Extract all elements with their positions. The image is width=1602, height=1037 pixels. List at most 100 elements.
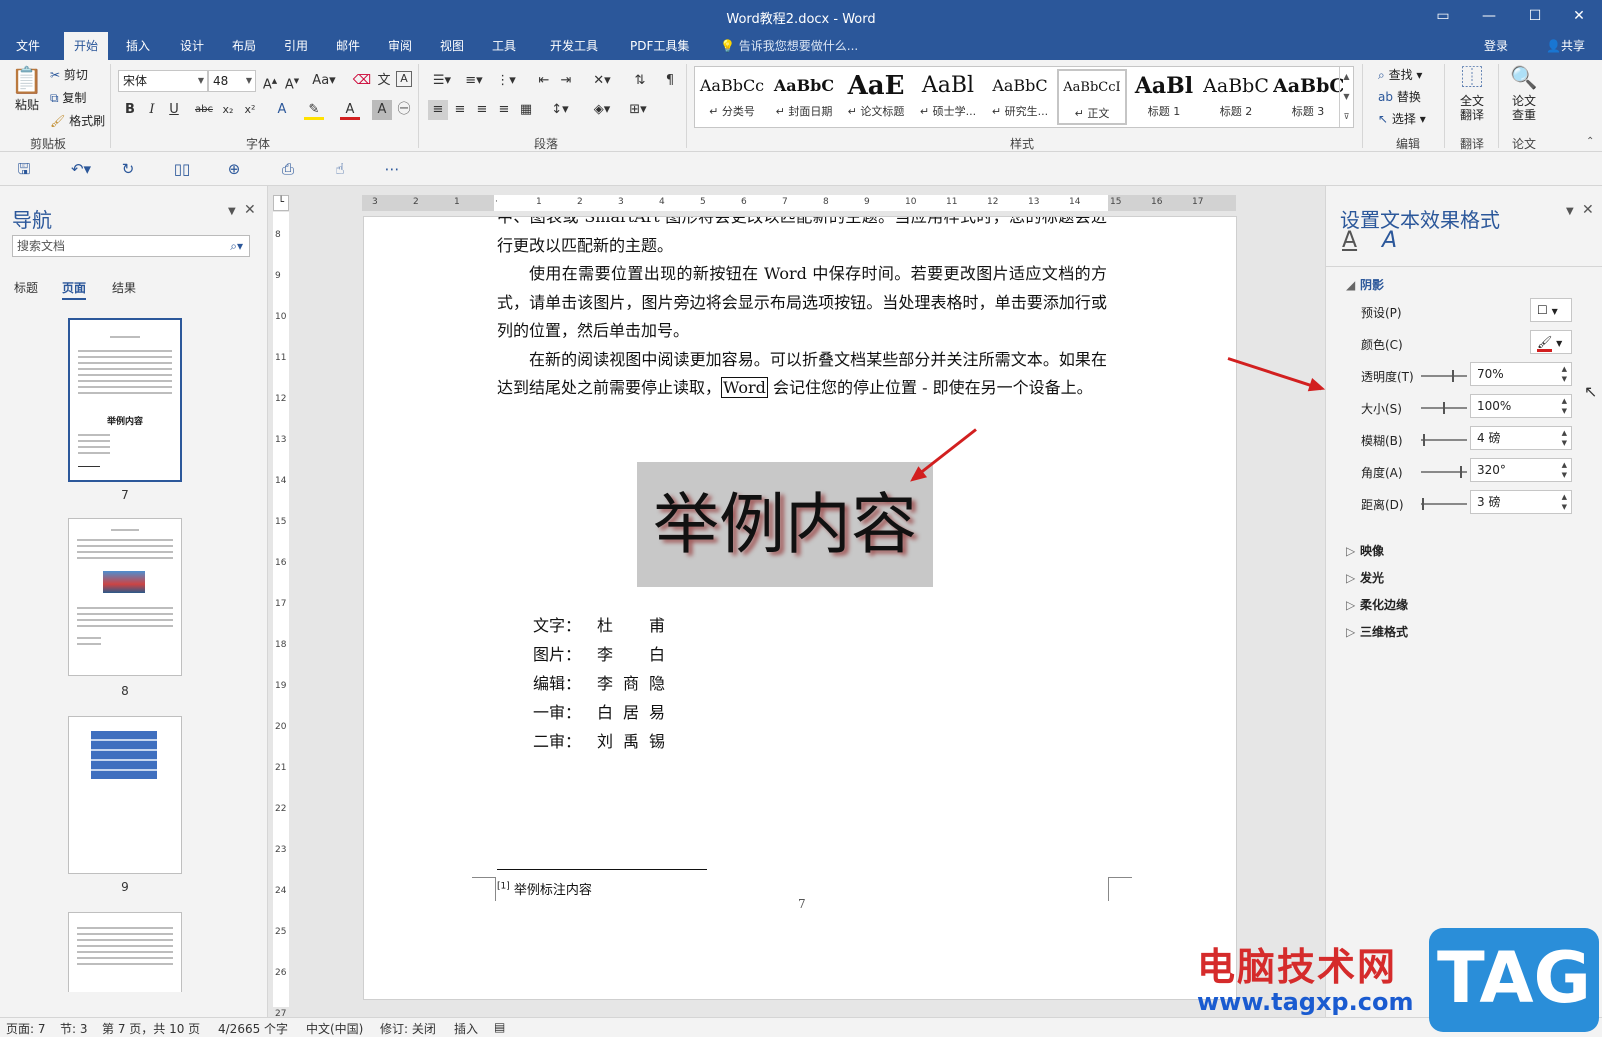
close-icon[interactable]: ✕ bbox=[244, 202, 256, 218]
login-link[interactable]: 登录 bbox=[1474, 32, 1518, 60]
3d-format-section-header[interactable]: ▷ 三维格式 bbox=[1346, 623, 1408, 640]
status-page[interactable]: 页面: 7 bbox=[6, 1020, 46, 1037]
minimize-button[interactable]: — bbox=[1466, 0, 1512, 32]
line-spacing-icon[interactable]: ↕▾ bbox=[546, 100, 574, 120]
bullets-icon[interactable]: ☰▾ bbox=[428, 71, 456, 91]
angle-input[interactable]: 320° ▲ ▼ bbox=[1470, 458, 1572, 482]
highlight-icon[interactable]: ✎ bbox=[304, 100, 324, 120]
maximize-button[interactable]: ☐ bbox=[1512, 0, 1558, 32]
enclose-char-icon[interactable]: ㊀ bbox=[394, 100, 414, 120]
grow-font-icon[interactable]: A▲ bbox=[260, 71, 280, 92]
page-thumbnail[interactable] bbox=[68, 518, 182, 676]
spinner-icon[interactable]: ▲ ▼ bbox=[1562, 364, 1567, 384]
slider-thumb[interactable] bbox=[1443, 402, 1445, 414]
glow-section-header[interactable]: ▷ 发光 bbox=[1346, 569, 1384, 586]
subscript-button[interactable]: x₂ bbox=[218, 100, 238, 120]
read-mode-icon[interactable]: ▯▯ bbox=[170, 158, 194, 180]
justify-icon[interactable]: ≡ bbox=[494, 100, 514, 120]
nav-tab-results[interactable]: 结果 bbox=[112, 279, 136, 296]
paragraph[interactable]: 中、图表或 SmartArt 图形将会更改以匹配新的主题。当应用样式时，您的标题… bbox=[497, 217, 1107, 260]
style-item[interactable]: AaBbC 标题 3 bbox=[1273, 69, 1343, 125]
change-case-icon[interactable]: Aa▾ bbox=[310, 71, 338, 91]
boxed-word[interactable]: Word bbox=[721, 377, 768, 398]
page-thumbnail[interactable]: 举例内容 bbox=[68, 318, 182, 482]
char-border-icon[interactable]: A bbox=[396, 71, 412, 87]
style-item-selected[interactable]: AaBbCcI ↵ 正文 bbox=[1057, 69, 1127, 125]
reflection-section-header[interactable]: ▷ 映像 bbox=[1346, 542, 1384, 559]
text-effects-icon[interactable]: A bbox=[272, 100, 292, 120]
size-slider[interactable] bbox=[1421, 402, 1467, 414]
page-thumbnail[interactable] bbox=[68, 912, 182, 992]
superscript-button[interactable]: x² bbox=[240, 100, 260, 120]
full-translate-button[interactable]: ⿰全文 翻译 bbox=[1452, 64, 1492, 122]
slider-thumb[interactable] bbox=[1423, 434, 1425, 446]
save-icon[interactable]: 🖫 bbox=[12, 158, 36, 180]
print-preview-icon[interactable]: ⎙ bbox=[276, 158, 300, 180]
italic-button[interactable]: I bbox=[142, 100, 162, 120]
tab-developer[interactable]: 开发工具 bbox=[540, 32, 608, 60]
vertical-ruler[interactable]: 8 9 10 11 12 13 14 15 16 17 18 19 20 21 22 23 24 25 26 27 bbox=[273, 212, 289, 1019]
angle-slider[interactable] bbox=[1421, 466, 1467, 478]
spinner-icon[interactable]: ▲ ▼ bbox=[1562, 396, 1567, 416]
spinner-icon[interactable]: ▲ ▼ bbox=[1562, 428, 1567, 448]
tab-home[interactable]: 开始 bbox=[64, 32, 109, 60]
slider-thumb[interactable] bbox=[1452, 370, 1454, 382]
bold-button[interactable]: B bbox=[120, 100, 140, 120]
multilevel-list-icon[interactable]: ⋮▾ bbox=[492, 71, 520, 91]
font-color-icon[interactable]: A bbox=[340, 100, 360, 120]
tab-review[interactable]: 审阅 bbox=[378, 32, 422, 60]
paper-check-button[interactable]: 🔍 论文 查重 bbox=[1504, 64, 1544, 122]
decrease-indent-icon[interactable]: ⇤ bbox=[534, 71, 554, 91]
phonetic-guide-icon[interactable]: 文 bbox=[374, 71, 394, 91]
align-center-icon[interactable]: ≡ bbox=[450, 100, 470, 120]
pane-options-icon[interactable]: ▼ bbox=[1566, 206, 1574, 217]
document-body[interactable]: 中、图表或 SmartArt 图形将会更改以匹配新的主题。当应用样式时，您的标题… bbox=[497, 217, 1107, 403]
status-section[interactable]: 节: 3 bbox=[60, 1020, 88, 1037]
distributed-icon[interactable]: ▦ bbox=[516, 100, 536, 120]
font-name-select[interactable]: 宋体 ▼ bbox=[118, 70, 208, 92]
borders-icon[interactable]: ⊞▾ bbox=[624, 100, 652, 120]
ribbon-display-icon[interactable]: ▭ bbox=[1420, 0, 1466, 32]
page-thumbnail[interactable] bbox=[68, 716, 182, 874]
tab-mailings[interactable]: 邮件 bbox=[326, 32, 370, 60]
selected-shadow-text[interactable]: 举例内容 bbox=[637, 462, 933, 587]
paragraph[interactable]: 在新的阅读视图中阅读更加容易。可以折叠文档某些部分并关注所需文本。如果在达到结尾… bbox=[497, 346, 1107, 403]
style-item[interactable]: AaBbC 标题 2 bbox=[1201, 69, 1271, 125]
undo-icon[interactable]: ↶▾ bbox=[64, 158, 98, 180]
style-item[interactable]: AaBbC ↵ 研究生... bbox=[985, 69, 1055, 125]
close-button[interactable]: ✕ bbox=[1556, 0, 1602, 32]
text-fill-outline-icon[interactable]: A bbox=[1342, 228, 1357, 253]
slider-thumb[interactable] bbox=[1422, 498, 1424, 510]
tab-design[interactable]: 设计 bbox=[170, 32, 214, 60]
spinner-icon[interactable]: ▲ ▼ bbox=[1562, 492, 1567, 512]
align-left-icon[interactable]: ≡ bbox=[428, 100, 448, 120]
font-size-select[interactable]: 48 ▼ bbox=[208, 70, 256, 92]
status-track-changes[interactable]: 修订: 关闭 bbox=[380, 1020, 436, 1037]
tab-references[interactable]: 引用 bbox=[274, 32, 318, 60]
shading-icon[interactable]: ◈▾ bbox=[588, 100, 616, 120]
char-shading-icon[interactable]: A bbox=[372, 100, 392, 120]
style-item[interactable]: AaBbC ↵ 封面日期 bbox=[769, 69, 839, 125]
increase-indent-icon[interactable]: ⇥ bbox=[556, 71, 576, 91]
numbering-icon[interactable]: ≡▾ bbox=[460, 71, 488, 91]
redo-icon[interactable]: ↻ bbox=[116, 158, 140, 180]
shrink-font-icon[interactable]: A▼ bbox=[282, 71, 302, 92]
distance-slider[interactable] bbox=[1421, 498, 1467, 510]
style-item[interactable]: AaE ↵ 论文标题 bbox=[841, 69, 911, 125]
nav-search-input[interactable]: 搜索文档 ⌕▾ bbox=[12, 235, 250, 257]
clear-format-icon[interactable]: ⌫ bbox=[352, 71, 372, 91]
strikethrough-button[interactable]: abc bbox=[194, 100, 214, 120]
shadow-color-dropdown[interactable]: 🖌 ▼ bbox=[1530, 330, 1572, 354]
distance-input[interactable]: 3 磅 ▲ ▼ bbox=[1470, 490, 1572, 514]
transparency-input[interactable]: 70% ▲ ▼ bbox=[1470, 362, 1572, 386]
tab-tools[interactable]: 工具 bbox=[482, 32, 526, 60]
text-effects-icon[interactable]: A bbox=[1382, 228, 1397, 253]
style-item[interactable]: AaBl ↵ 硕士学... bbox=[913, 69, 983, 125]
share-button[interactable]: 👤共享 bbox=[1536, 32, 1595, 60]
preset-dropdown[interactable]: ☐ ▼ bbox=[1530, 298, 1572, 322]
tab-file[interactable]: 文件 bbox=[6, 32, 50, 60]
tab-layout[interactable]: 布局 bbox=[222, 32, 266, 60]
macro-record-icon[interactable]: ▤ bbox=[494, 1020, 505, 1034]
status-insert-mode[interactable]: 插入 bbox=[454, 1020, 478, 1037]
align-right-icon[interactable]: ≡ bbox=[472, 100, 492, 120]
